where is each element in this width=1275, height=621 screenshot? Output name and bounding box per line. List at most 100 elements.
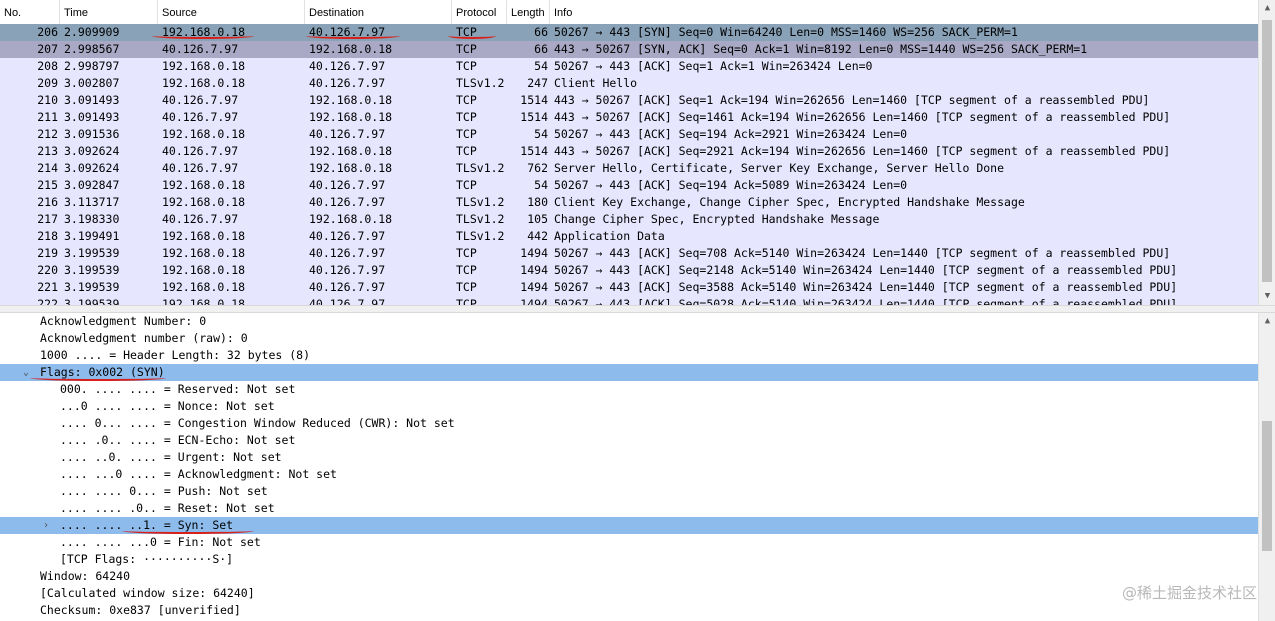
column-header-source[interactable]: Source xyxy=(158,0,305,24)
scrollbar-thumb[interactable] xyxy=(1262,20,1272,282)
detail-line[interactable]: .... .... 0... = Push: Not set xyxy=(0,483,1258,500)
packet-info-cell: Server Hello, Certificate, Server Key Ex… xyxy=(554,161,1005,175)
detail-text: 1000 .... = Header Length: 32 bytes (8) xyxy=(40,348,311,362)
detail-text: Acknowledgment Number: 0 xyxy=(40,314,207,328)
packet-source-cell: 192.168.0.18 xyxy=(162,178,246,192)
packet-time-cell: 3.091536 xyxy=(64,127,120,141)
column-header-time[interactable]: Time xyxy=(60,0,158,24)
collapse-arrow-icon[interactable]: › xyxy=(40,517,52,534)
packet-row[interactable]: 207 2.998567 40.126.7.97 192.168.0.18 TCP 66 4… xyxy=(0,41,1258,58)
packet-info-cell: 50267 → 443 [ACK] Seq=3588 Ack=5140 Win=… xyxy=(554,280,1178,294)
packet-source-cell: 40.126.7.97 xyxy=(162,144,239,158)
detail-line[interactable]: .... 0... .... = Congestion Window Reduc… xyxy=(0,415,1258,432)
detail-text: .... ...0 .... = Acknowledgment: Not set xyxy=(60,467,337,481)
packet-protocol-cell: TCP xyxy=(456,246,477,260)
packet-length-cell: 442 xyxy=(527,229,548,243)
packet-row[interactable]: 214 3.092624 40.126.7.97 192.168.0.18 TLSv1.… xyxy=(0,160,1258,177)
packet-info-cell: 50267 → 443 [ACK] Seq=194 Ack=2921 Win=2… xyxy=(554,127,908,141)
pane-splitter[interactable] xyxy=(0,305,1275,313)
detail-text: .... .... .0.. = Reset: Not set xyxy=(60,501,275,515)
packet-details-pane[interactable]: Acknowledgment Number: 0 Acknowledgment n… xyxy=(0,313,1275,621)
packet-source-cell: 40.126.7.97 xyxy=(162,161,239,175)
detail-line[interactable]: Checksum: 0xe837 [unverified] xyxy=(0,602,1258,619)
detail-line[interactable]: .... ..0. .... = Urgent: Not set xyxy=(0,449,1258,466)
packet-row[interactable]: 217 3.198330 40.126.7.97 192.168.0.18 TLSv1.… xyxy=(0,211,1258,228)
packet-no-cell: 208 xyxy=(37,59,58,73)
details-scrollbar[interactable]: ▲ xyxy=(1258,313,1275,621)
scrollbar-thumb[interactable] xyxy=(1262,421,1272,551)
packet-row[interactable]: 215 3.092847 192.168.0.18 40.126.7.97 TCP 54 5… xyxy=(0,177,1258,194)
packet-time-cell: 3.091493 xyxy=(64,93,120,107)
detail-line[interactable]: [Calculated window size: 64240] xyxy=(0,585,1258,602)
packet-source-cell: 192.168.0.18 xyxy=(162,280,246,294)
packet-protocol-cell: TCP xyxy=(456,127,477,141)
packet-info-cell: 50267 → 443 [ACK] Seq=2148 Ack=5140 Win=… xyxy=(554,263,1178,277)
packet-no-cell: 216 xyxy=(37,195,58,209)
packet-destination-cell: 40.126.7.97 xyxy=(309,246,386,260)
scroll-down-arrow-icon[interactable]: ▼ xyxy=(1259,288,1275,305)
packet-row[interactable]: 212 3.091536 192.168.0.18 40.126.7.97 TCP 54 5… xyxy=(0,126,1258,143)
packet-row[interactable]: 222 3.199539 192.168.0.18 40.126.7.97 TCP 149… xyxy=(0,296,1258,305)
packet-destination-cell: 40.126.7.97 xyxy=(309,195,386,209)
detail-line[interactable]: .... .... ...0 = Fin: Not set xyxy=(0,534,1258,551)
detail-line[interactable]: [TCP Flags: ··········S·] xyxy=(0,551,1258,568)
packet-source-cell: 192.168.0.18 xyxy=(162,76,246,90)
detail-text: [TCP Flags: ··········S·] xyxy=(60,552,234,566)
column-header-length[interactable]: Length xyxy=(507,0,550,24)
packet-info-cell: 50267 → 443 [ACK] Seq=5028 Ack=5140 Win=… xyxy=(554,297,1178,305)
detail-line[interactable]: Window: 64240 xyxy=(0,568,1258,585)
packet-info-cell: Client Key Exchange, Change Cipher Spec,… xyxy=(554,195,1025,209)
packet-no-cell: 221 xyxy=(37,280,58,294)
packet-rows: 206 2.909909 192.168.0.18 40.126.7.97 TCP 66 5… xyxy=(0,24,1258,305)
packet-length-cell: 1514 xyxy=(520,144,548,158)
detail-line[interactable]: 1000 .... = Header Length: 32 bytes (8) xyxy=(0,347,1258,364)
packet-row[interactable]: 208 2.998797 192.168.0.18 40.126.7.97 TCP 54 5… xyxy=(0,58,1258,75)
packet-info-cell: 443 → 50267 [ACK] Seq=2921 Ack=194 Win=2… xyxy=(554,144,1171,158)
detail-line[interactable]: 000. .... .... = Reserved: Not set xyxy=(0,381,1258,398)
detail-line[interactable]: Acknowledgment Number: 0 xyxy=(0,313,1258,330)
packet-length-cell: 1494 xyxy=(520,246,548,260)
detail-line[interactable]: ...0 .... .... = Nonce: Not set xyxy=(0,398,1258,415)
column-header-no[interactable]: No. xyxy=(0,0,60,24)
packet-time-cell: 3.092847 xyxy=(64,178,120,192)
packet-destination-cell: 40.126.7.97 xyxy=(309,127,386,141)
detail-line[interactable]: .... .... .0.. = Reset: Not set xyxy=(0,500,1258,517)
column-header-info[interactable]: Info xyxy=(550,0,1258,24)
packet-row[interactable]: 213 3.092624 40.126.7.97 192.168.0.18 TCP 151… xyxy=(0,143,1258,160)
detail-line[interactable]: .... .0.. .... = ECN-Echo: Not set xyxy=(0,432,1258,449)
packet-no-cell: 211 xyxy=(37,110,58,124)
packet-protocol-cell: TCP xyxy=(456,59,477,73)
column-header-protocol[interactable]: Protocol xyxy=(452,0,507,24)
scroll-up-arrow-icon[interactable]: ▲ xyxy=(1259,313,1275,330)
packet-row[interactable]: 211 3.091493 40.126.7.97 192.168.0.18 TCP 151… xyxy=(0,109,1258,126)
packet-length-cell: 1494 xyxy=(520,263,548,277)
detail-line[interactable]: .... ...0 .... = Acknowledgment: Not set xyxy=(0,466,1258,483)
packet-list-scrollbar[interactable]: ▲ ▼ xyxy=(1258,0,1275,305)
packet-destination-cell: 40.126.7.97 xyxy=(309,280,386,294)
packet-info-cell: 50267 → 443 [ACK] Seq=708 Ack=5140 Win=2… xyxy=(554,246,1171,260)
packet-list-pane[interactable]: No. Time Source Destination Protocol Len… xyxy=(0,0,1275,305)
packet-info-cell: Application Data xyxy=(554,229,665,243)
detail-line[interactable]: ⌄ Flags: 0x002 (SYN) xyxy=(0,364,1258,381)
packet-length-cell: 1514 xyxy=(520,93,548,107)
packet-row[interactable]: 210 3.091493 40.126.7.97 192.168.0.18 TCP 151… xyxy=(0,92,1258,109)
packet-row[interactable]: 209 3.002807 192.168.0.18 40.126.7.97 TLSv1.… xyxy=(0,75,1258,92)
packet-row[interactable]: 221 3.199539 192.168.0.18 40.126.7.97 TCP 149… xyxy=(0,279,1258,296)
packet-length-cell: 54 xyxy=(534,127,548,141)
packet-protocol-cell: TCP xyxy=(456,42,477,56)
packet-row[interactable]: 218 3.199491 192.168.0.18 40.126.7.97 TLSv1.… xyxy=(0,228,1258,245)
packet-info-cell: 443 → 50267 [SYN, ACK] Seq=0 Ack=1 Win=8… xyxy=(554,42,1088,56)
scroll-up-arrow-icon[interactable]: ▲ xyxy=(1259,0,1275,17)
detail-text: .... .... ...0 = Fin: Not set xyxy=(60,535,261,549)
detail-line[interactable]: Acknowledgment number (raw): 0 xyxy=(0,330,1258,347)
packet-protocol-cell: TCP xyxy=(456,178,477,192)
packet-time-cell: 2.998567 xyxy=(64,42,120,56)
detail-text: ...0 .... .... = Nonce: Not set xyxy=(60,399,275,413)
packet-no-cell: 210 xyxy=(37,93,58,107)
packet-row[interactable]: 219 3.199539 192.168.0.18 40.126.7.97 TCP 149… xyxy=(0,245,1258,262)
column-header-destination[interactable]: Destination xyxy=(305,0,452,24)
packet-length-cell: 247 xyxy=(527,76,548,90)
packet-row[interactable]: 220 3.199539 192.168.0.18 40.126.7.97 TCP 149… xyxy=(0,262,1258,279)
packet-length-cell: 1514 xyxy=(520,110,548,124)
packet-row[interactable]: 216 3.113717 192.168.0.18 40.126.7.97 TLSv1.… xyxy=(0,194,1258,211)
